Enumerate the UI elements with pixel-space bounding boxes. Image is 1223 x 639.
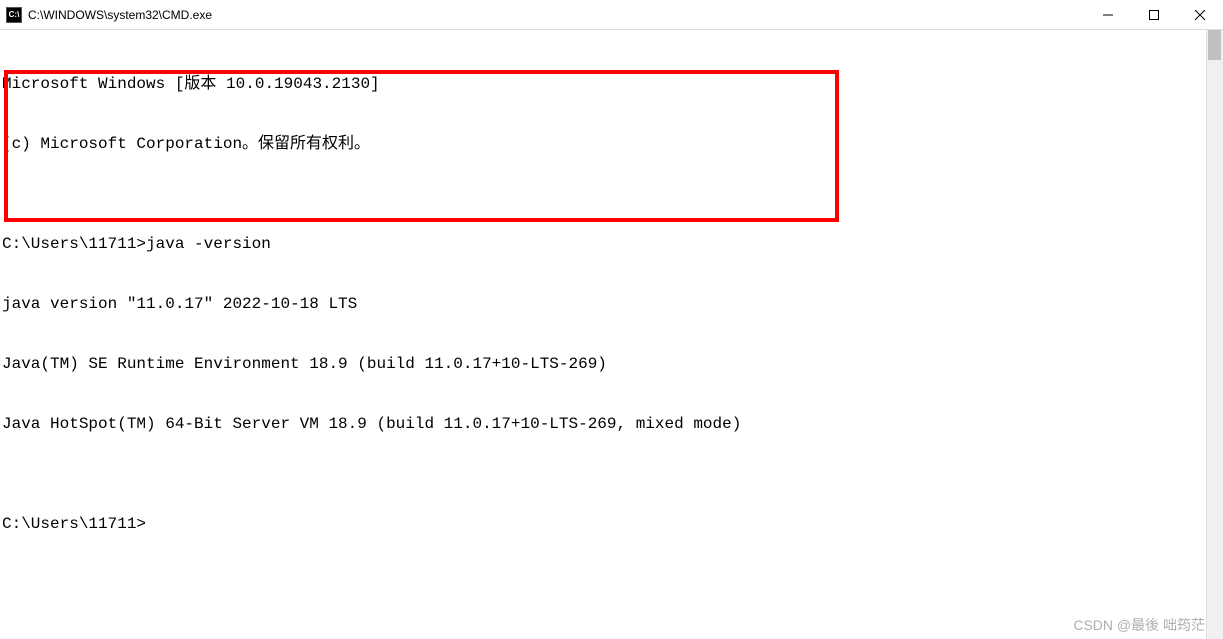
scrollbar-track[interactable] <box>1206 30 1223 639</box>
terminal-output[interactable]: Microsoft Windows [版本 10.0.19043.2130] (… <box>0 30 1223 639</box>
watermark-text: CSDN @最後 咄筠茫 <box>1073 615 1205 635</box>
close-button[interactable] <box>1177 0 1223 29</box>
maximize-button[interactable] <box>1131 0 1177 29</box>
terminal-line: (c) Microsoft Corporation。保留所有权利。 <box>2 134 1223 154</box>
terminal-line: Java(TM) SE Runtime Environment 18.9 (bu… <box>2 354 1223 374</box>
window-controls <box>1085 0 1223 29</box>
window-titlebar: C:\ C:\WINDOWS\system32\CMD.exe <box>0 0 1223 30</box>
scrollbar-thumb[interactable] <box>1208 30 1221 60</box>
minimize-button[interactable] <box>1085 0 1131 29</box>
terminal-line: C:\Users\11711> <box>2 514 1223 534</box>
terminal-line: Microsoft Windows [版本 10.0.19043.2130] <box>2 74 1223 94</box>
terminal-line: java version "11.0.17" 2022-10-18 LTS <box>2 294 1223 314</box>
cmd-icon: C:\ <box>6 7 22 23</box>
terminal-line: C:\Users\11711>java -version <box>2 234 1223 254</box>
window-title: C:\WINDOWS\system32\CMD.exe <box>28 8 1085 22</box>
terminal-line: Java HotSpot(TM) 64-Bit Server VM 18.9 (… <box>2 414 1223 434</box>
